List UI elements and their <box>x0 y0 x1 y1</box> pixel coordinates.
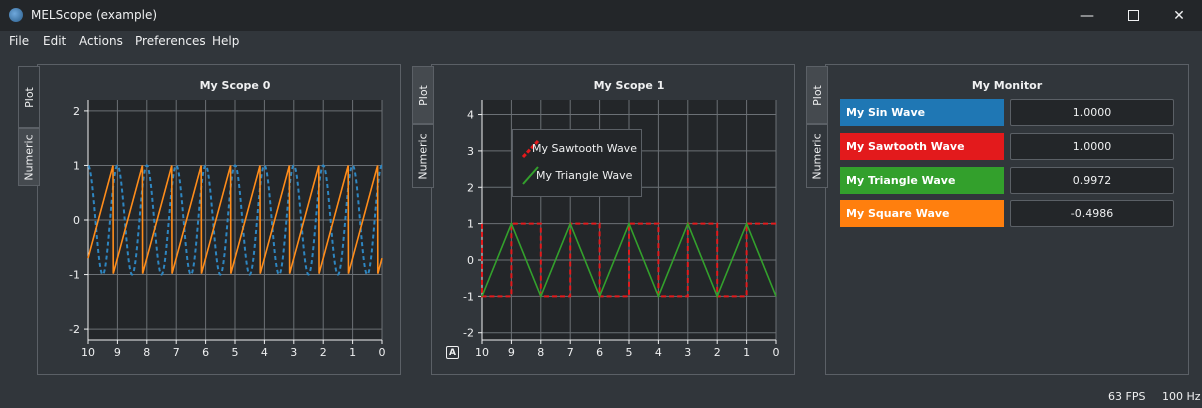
y-tick-label: -1 <box>69 269 80 282</box>
monitor-tab-plot[interactable]: Plot <box>806 66 828 124</box>
app-logo-icon <box>9 8 23 22</box>
x-tick-label: 8 <box>537 346 544 359</box>
monitor-label-1: My Sawtooth Wave <box>840 133 1004 160</box>
y-tick-label: 2 <box>73 105 80 118</box>
menu-edit[interactable]: Edit <box>43 34 66 48</box>
menu-bar: File Edit Actions Preferences Help <box>0 31 1202 53</box>
minimize-icon: — <box>1080 7 1094 24</box>
x-tick-label: 10 <box>81 346 95 359</box>
y-tick-label: -1 <box>463 290 474 303</box>
x-tick-label: 5 <box>232 346 239 359</box>
x-tick-label: 0 <box>773 346 780 359</box>
x-tick-label: 6 <box>596 346 603 359</box>
legend-label-triangle: My Triangle Wave <box>536 169 633 182</box>
x-tick-label: 10 <box>475 346 489 359</box>
maximize-button[interactable] <box>1110 0 1156 31</box>
scope1-title: My Scope 1 <box>593 79 665 92</box>
close-button[interactable]: ✕ <box>1156 0 1202 31</box>
x-tick-label: 3 <box>684 346 691 359</box>
autoscale-button[interactable]: A <box>446 346 459 359</box>
x-tick-label: 7 <box>173 346 180 359</box>
minimize-button[interactable]: — <box>1064 0 1110 31</box>
menu-file[interactable]: File <box>9 34 29 48</box>
scope0-title: My Scope 0 <box>199 79 271 92</box>
x-tick-label: 2 <box>320 346 327 359</box>
title-bar: MELScope (example) — ✕ <box>0 0 1202 31</box>
monitor-label-3: My Square Wave <box>840 200 1004 227</box>
menu-actions[interactable]: Actions <box>79 34 123 48</box>
y-tick-label: 0 <box>73 214 80 227</box>
menu-preferences[interactable]: Preferences <box>135 34 206 48</box>
x-tick-label: 4 <box>655 346 662 359</box>
x-tick-label: 8 <box>143 346 150 359</box>
monitor-value-2: 0.9972 <box>1010 167 1174 194</box>
rate-status: 100 Hz <box>1162 390 1201 403</box>
monitor-value-0: 1.0000 <box>1010 99 1174 126</box>
y-tick-label: 1 <box>467 218 474 231</box>
y-tick-label: -2 <box>463 327 474 340</box>
monitor-value-3: -0.4986 <box>1010 200 1174 227</box>
scope0-plot[interactable]: 10 9 8 7 6 5 4 3 2 1 0210-1-2 <box>37 94 401 364</box>
legend-label-sawtooth: My Sawtooth Wave <box>532 142 637 155</box>
x-tick-label: 1 <box>349 346 356 359</box>
y-tick-label: 4 <box>467 109 474 122</box>
y-tick-label: 1 <box>73 159 80 172</box>
x-tick-label: 2 <box>714 346 721 359</box>
window-title: MELScope (example) <box>31 8 158 22</box>
monitor-title: My Monitor <box>971 79 1043 92</box>
x-tick-label: 4 <box>261 346 268 359</box>
monitor-tab-numeric[interactable]: Numeric <box>806 124 828 188</box>
x-tick-label: 1 <box>743 346 750 359</box>
x-tick-label: 0 <box>379 346 386 359</box>
y-tick-label: 3 <box>467 145 474 158</box>
maximize-icon <box>1127 10 1139 21</box>
x-tick-label: 9 <box>508 346 515 359</box>
x-tick-label: 9 <box>114 346 121 359</box>
y-tick-label: 2 <box>467 181 474 194</box>
x-tick-label: 5 <box>626 346 633 359</box>
monitor-label-2: My Triangle Wave <box>840 167 1004 194</box>
y-tick-label: -2 <box>69 323 80 336</box>
x-tick-label: 6 <box>202 346 209 359</box>
x-tick-label: 3 <box>290 346 297 359</box>
monitor-label-0: My Sin Wave <box>840 99 1004 126</box>
x-tick-label: 7 <box>567 346 574 359</box>
monitor-value-1: 1.0000 <box>1010 133 1174 160</box>
y-tick-label: 0 <box>467 254 474 267</box>
fps-status: 63 FPS <box>1108 390 1146 403</box>
menu-help[interactable]: Help <box>212 34 239 48</box>
close-icon: ✕ <box>1173 7 1185 24</box>
